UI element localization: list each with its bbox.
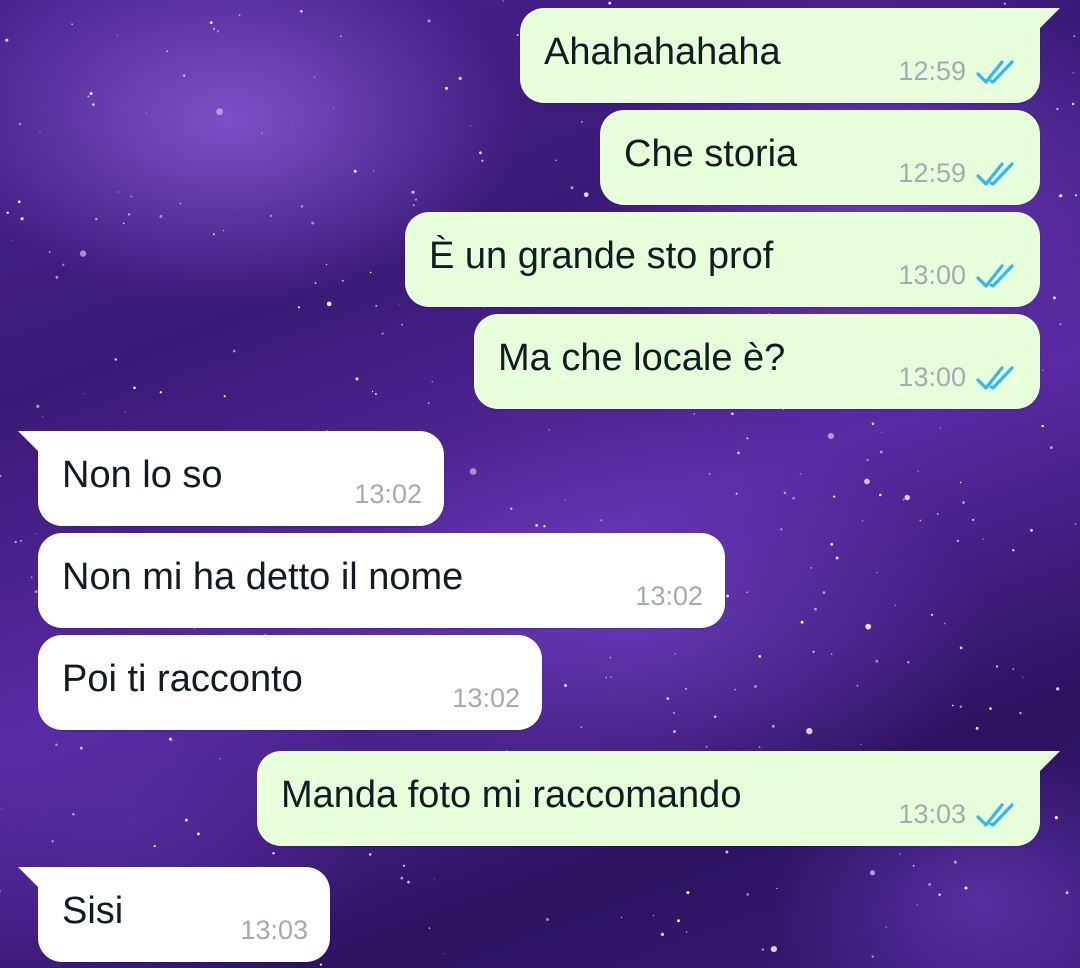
message-time: 13:02: [354, 479, 422, 509]
incoming-message-bubble[interactable]: Sisi 13:03: [18, 867, 330, 962]
message-time: 13:02: [635, 581, 703, 611]
message-text: Ahahahahaha: [544, 31, 781, 73]
message-meta: 12:59: [898, 56, 1018, 87]
outgoing-message-bubble[interactable]: Che storia 12:59: [600, 110, 1040, 205]
message-text: Sisi: [62, 890, 124, 932]
message-time: 13:00: [898, 362, 966, 392]
outgoing-message-bubble[interactable]: Ahahahahaha 12:59: [520, 8, 1060, 103]
message-text: Manda foto mi raccomando: [281, 774, 742, 816]
message-time: 13:03: [898, 799, 966, 829]
message-meta: 13:00: [898, 362, 1018, 393]
message-time: 13:00: [898, 260, 966, 290]
incoming-message-bubble[interactable]: Non mi ha detto il nome 13:02: [38, 533, 725, 628]
outgoing-message-bubble[interactable]: Ma che locale è? 13:00: [474, 314, 1040, 409]
read-icon: [976, 365, 1014, 390]
outgoing-message-bubble[interactable]: Manda foto mi raccomando 13:03: [257, 751, 1060, 846]
message-meta: 13:03: [240, 915, 308, 946]
read-icon: [976, 59, 1014, 84]
message-meta: 12:59: [898, 158, 1018, 189]
message-meta: 13:02: [452, 683, 520, 714]
message-meta: 13:03: [898, 799, 1018, 830]
message-meta: 13:00: [898, 260, 1018, 291]
message-text: Poi ti racconto: [62, 658, 303, 700]
read-icon: [976, 802, 1014, 827]
message-text: Che storia: [624, 133, 798, 175]
outgoing-message-bubble[interactable]: È un grande sto prof 13:00: [405, 212, 1040, 307]
message-text: Non mi ha detto il nome: [62, 556, 464, 598]
message-time: 12:59: [898, 56, 966, 86]
incoming-message-bubble[interactable]: Non lo so 13:02: [18, 431, 444, 526]
message-text: È un grande sto prof: [429, 235, 774, 277]
message-time: 13:02: [452, 683, 520, 713]
incoming-message-bubble[interactable]: Poi ti racconto 13:02: [38, 635, 542, 730]
read-icon: [976, 161, 1014, 186]
message-text: Non lo so: [62, 454, 223, 496]
message-text: Ma che locale è?: [498, 337, 786, 379]
message-time: 13:03: [240, 915, 308, 945]
read-icon: [976, 263, 1014, 288]
message-time: 12:59: [898, 158, 966, 188]
message-meta: 13:02: [635, 581, 703, 612]
message-meta: 13:02: [354, 479, 422, 510]
